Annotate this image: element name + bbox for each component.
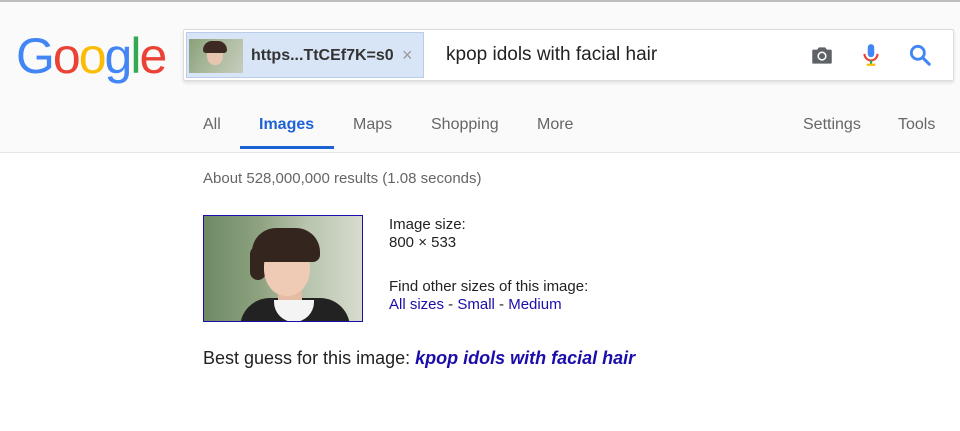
search-icon[interactable] <box>907 42 933 68</box>
active-tab-indicator <box>240 146 334 149</box>
logo-letter-l: l <box>130 28 141 84</box>
tab-images[interactable]: Images <box>259 116 314 134</box>
search-tabs: All Images Maps Shopping More Settings T… <box>0 112 960 152</box>
logo-letter-e: e <box>139 28 167 84</box>
tab-all[interactable]: All <box>203 116 221 134</box>
result-stats: About 528,000,000 results (1.08 seconds) <box>203 170 482 187</box>
best-guess-label: Best guess for this image: <box>203 348 416 368</box>
header: Google https...TtCEf7K=s0 × kpop idols w… <box>0 2 960 153</box>
image-url-label: https...TtCEf7K=s0 <box>251 47 394 64</box>
image-size-value: 800 × 533 <box>389 234 457 251</box>
logo-letter-o1: o <box>52 28 81 84</box>
all-sizes-link[interactable]: All sizes <box>389 296 444 313</box>
size-links: All sizes - Small - Medium <box>389 296 562 313</box>
remove-image-icon[interactable]: × <box>402 45 413 66</box>
query-image-thumbnail <box>189 39 243 73</box>
image-query-chip[interactable]: https...TtCEf7K=s0 × <box>186 32 424 78</box>
tab-more[interactable]: More <box>537 116 573 134</box>
tab-tools[interactable]: Tools <box>898 116 935 134</box>
image-size-label: Image size: <box>389 216 466 233</box>
tab-maps[interactable]: Maps <box>353 116 392 134</box>
find-sizes-label: Find other sizes of this image: <box>389 278 589 295</box>
medium-size-link[interactable]: Medium <box>508 296 561 313</box>
best-guess-link[interactable]: kpop idols with facial hair <box>415 348 635 368</box>
tab-shopping[interactable]: Shopping <box>431 116 499 134</box>
small-size-link[interactable]: Small <box>457 296 495 313</box>
best-guess: Best guess for this image: kpop idols wi… <box>203 348 635 369</box>
logo-letter-g2: g <box>104 28 133 84</box>
camera-icon[interactable] <box>809 42 835 68</box>
logo-letter-g: G <box>16 28 55 84</box>
result-image-thumbnail[interactable] <box>203 215 363 322</box>
search-box[interactable]: https...TtCEf7K=s0 × kpop idols with fac… <box>183 29 954 81</box>
image-info: Image size: 800 × 533 Find other sizes o… <box>389 216 588 314</box>
search-input[interactable]: kpop idols with facial hair <box>446 44 657 66</box>
tab-settings[interactable]: Settings <box>803 116 861 134</box>
logo-letter-o2: o <box>78 28 107 84</box>
google-logo[interactable]: Google <box>16 27 167 85</box>
mic-icon[interactable] <box>858 42 884 68</box>
